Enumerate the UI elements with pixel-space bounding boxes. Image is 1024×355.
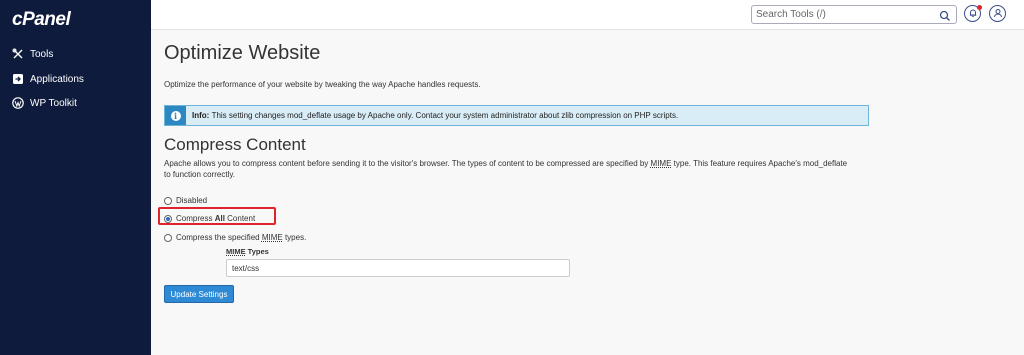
info-callout: i Info: This setting changes mod_deflate… (164, 105, 869, 126)
section-description: Apache allows you to compress content be… (164, 158, 854, 180)
mime-abbr: MIME (650, 159, 672, 168)
sidebar-item-wp-toolkit[interactable]: WP Toolkit (12, 94, 77, 112)
radio-label: Compress the specified MIME types. (176, 233, 307, 242)
applications-icon (12, 73, 24, 85)
update-settings-button[interactable]: Update Settings (164, 285, 234, 303)
mime-types-label: MIME Types (226, 247, 269, 256)
mime-types-input[interactable] (226, 259, 570, 277)
radio-button[interactable] (164, 233, 172, 242)
radio-label: Compress All Content (176, 214, 256, 223)
wordpress-icon (12, 97, 24, 109)
sidebar-item-label: Applications (30, 73, 84, 85)
radio-disabled[interactable]: Disabled (164, 196, 207, 205)
sidebar-item-applications[interactable]: Applications (12, 70, 84, 88)
user-icon (993, 5, 1003, 23)
main-content: Optimize Website Optimize the performanc… (151, 30, 1024, 355)
info-label: Info: (192, 111, 210, 120)
search-icon[interactable] (939, 9, 951, 21)
sidebar-item-label: Tools (30, 48, 54, 60)
bell-icon (968, 5, 978, 23)
section-title: Compress Content (164, 135, 306, 154)
section-desc-text: Apache allows you to compress content be… (164, 159, 651, 168)
page-title: Optimize Website (164, 42, 321, 64)
tools-icon (12, 48, 24, 60)
page-description: Optimize the performance of your website… (164, 80, 481, 89)
top-bar (151, 0, 1024, 30)
radio-label: Disabled (176, 196, 208, 205)
user-menu-button[interactable] (989, 5, 1006, 22)
radio-button-selected[interactable] (164, 214, 172, 223)
info-icon: i (165, 106, 186, 125)
notification-badge (977, 5, 982, 10)
search-input[interactable] (751, 5, 957, 24)
sidebar-item-tools[interactable]: Tools (12, 45, 53, 63)
info-text: This setting changes mod_deflate usage b… (211, 111, 679, 120)
radio-compress-specified[interactable]: Compress the specified MIME types. (164, 233, 306, 242)
radio-compress-all[interactable]: Compress All Content (164, 214, 255, 223)
cpanel-logo[interactable]: cPanel (12, 9, 71, 31)
sidebar: cPanel Tools Applications WP Toolkit (0, 0, 151, 355)
sidebar-item-label: WP Toolkit (30, 97, 77, 109)
radio-button[interactable] (164, 196, 172, 205)
